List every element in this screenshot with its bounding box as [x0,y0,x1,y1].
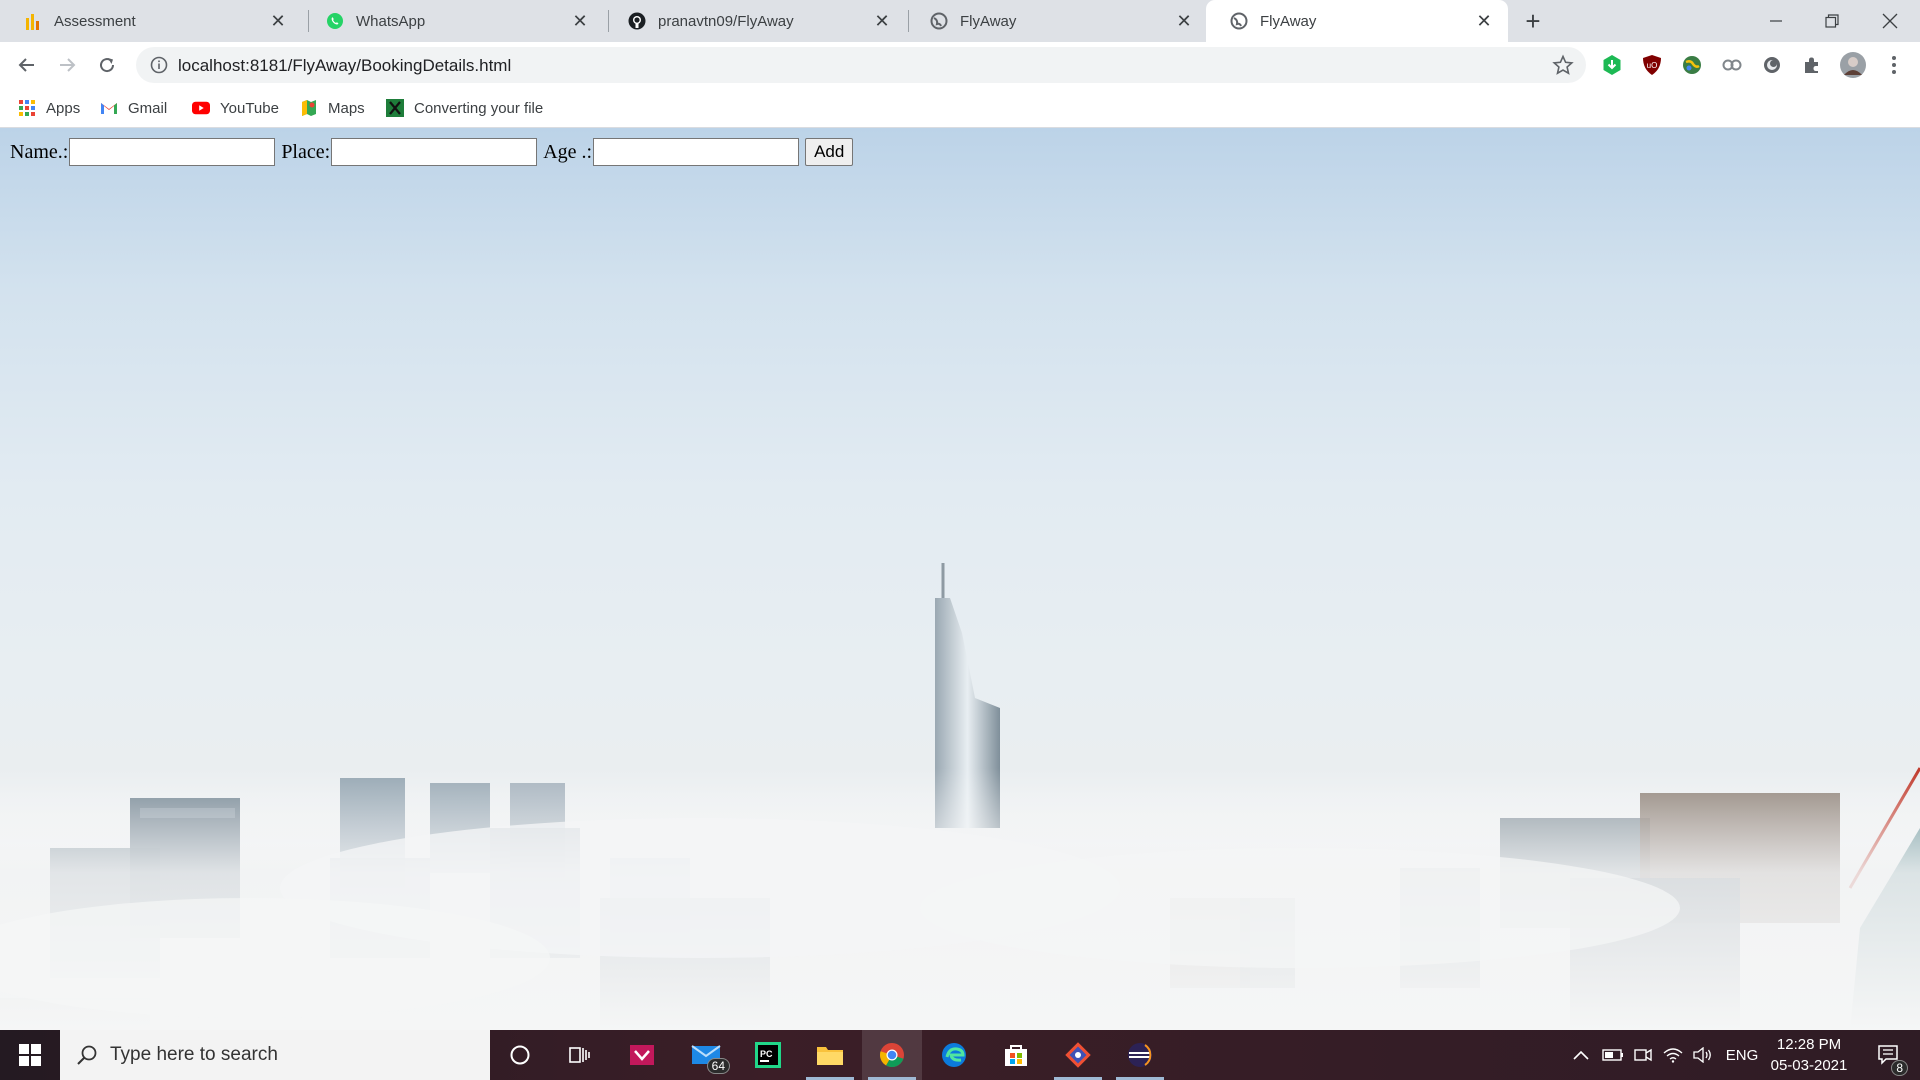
bookmark-maps[interactable]: Maps [300,97,365,119]
apps-grid-icon [18,99,36,117]
place-input[interactable] [331,138,538,166]
close-icon[interactable]: ✕ [1474,11,1494,31]
circle-extension-icon[interactable] [1760,53,1784,77]
address-bar[interactable]: localhost:8181/FlyAway/BookingDetails.ht… [136,47,1586,83]
assessment-icon [24,12,42,30]
tab-title: pranavtn09/FlyAway [658,12,794,30]
whatsapp-icon [326,12,344,30]
chrome-app-icon[interactable] [862,1030,922,1080]
tab-title: FlyAway [1260,12,1317,30]
screen: Assessment ✕ WhatsApp ✕ pranavtn09/FlyAw… [0,0,1920,1080]
clock-time: 12:28 PM [1776,1036,1842,1053]
clock-date: 05-03-2021 [1770,1057,1848,1074]
close-icon[interactable]: ✕ [268,11,288,31]
bookmark-youtube[interactable]: YouTube [192,97,279,119]
bookmarks-bar: Apps Gmail YouTube Maps Converting your … [0,88,1920,128]
restore-button[interactable] [1804,0,1860,42]
system-clock[interactable]: 12:28 PM 05-03-2021 [1764,1034,1854,1076]
bookmark-label: Gmail [128,99,168,117]
globe-icon [930,12,948,30]
profile-avatar[interactable] [1838,50,1868,80]
more-menu-icon[interactable] [1882,53,1906,77]
bookmark-label: YouTube [220,99,279,117]
wifi-icon[interactable] [1658,1030,1688,1080]
tab-flyaway-active[interactable]: FlyAway ✕ [1206,0,1508,42]
mail-badge: 64 [706,1058,730,1074]
url-text: localhost:8181/FlyAway/BookingDetails.ht… [178,56,512,75]
bookmark-label: Maps [328,99,365,117]
bookmark-gmail[interactable]: Gmail [100,97,167,119]
tab-strip: Assessment ✕ WhatsApp ✕ pranavtn09/FlyAw… [0,0,1920,42]
search-placeholder: Type here to search [110,1044,278,1065]
bookmark-apps[interactable]: Apps [18,97,80,119]
reload-button[interactable] [92,50,122,80]
tab-title: FlyAway [960,12,1017,30]
git-app-icon[interactable] [1048,1030,1108,1080]
close-icon[interactable]: ✕ [570,11,590,31]
windows-start-icon[interactable] [0,1030,60,1080]
eclipse-app-icon[interactable] [1110,1030,1170,1080]
edge-app-icon[interactable] [924,1030,984,1080]
close-icon[interactable]: ✕ [1174,11,1194,31]
converter-icon [386,99,404,117]
volume-icon[interactable] [1688,1030,1718,1080]
back-button[interactable] [12,50,42,80]
task-view-icon[interactable] [550,1030,610,1080]
maps-icon [300,99,318,117]
tab-github[interactable]: pranavtn09/FlyAway ✕ [604,0,906,42]
search-icon [76,1044,98,1066]
bookmark-star-icon[interactable] [1552,54,1574,76]
notification-center-icon[interactable]: 8 [1864,1030,1914,1080]
minimize-button[interactable] [1748,0,1804,42]
city-skyline-background [0,563,1920,1030]
add-button[interactable]: Add [805,138,854,166]
age-label: Age .: [543,140,593,163]
globe-extension-icon[interactable] [1680,53,1704,77]
forward-button[interactable] [52,50,82,80]
link-extension-icon[interactable] [1720,53,1744,77]
globe-icon [1230,12,1248,30]
close-icon[interactable]: ✕ [872,11,892,31]
battery-icon[interactable] [1598,1030,1628,1080]
booking-form: Name.: Place: Age .: Add [10,138,854,166]
github-icon [628,12,646,30]
close-window-button[interactable] [1862,0,1918,42]
age-input[interactable] [593,138,800,166]
info-icon[interactable] [150,56,168,74]
extensions-puzzle-icon[interactable] [1800,53,1824,77]
name-label: Name.: [10,140,69,163]
tab-whatsapp[interactable]: WhatsApp ✕ [302,0,604,42]
notification-badge: 8 [1891,1060,1908,1076]
mail-app-icon[interactable]: 64 [676,1030,736,1080]
windows-taskbar: Type here to search 64 PC ENG 12:28 PM 0… [0,1030,1920,1080]
bookmark-converting-file[interactable]: Converting your file [386,97,543,119]
taskbar-search-box[interactable]: Type here to search [60,1030,490,1080]
name-input[interactable] [69,138,276,166]
chevron-up-icon[interactable] [1566,1030,1596,1080]
gmail-icon [100,99,118,117]
ublock-origin-icon[interactable]: uO [1640,53,1664,77]
youtube-icon [192,99,210,117]
tab-assessment[interactable]: Assessment ✕ [0,0,302,42]
tab-title: WhatsApp [356,12,426,30]
tab-title: Assessment [54,12,136,30]
place-label: Place: [281,140,331,163]
cortana-icon[interactable] [490,1030,550,1080]
bookmark-label: Apps [46,99,81,117]
store-app-icon[interactable] [986,1030,1046,1080]
tab-flyaway[interactable]: FlyAway ✕ [906,0,1208,42]
svg-text:uO: uO [1647,61,1658,70]
vlc-app-icon[interactable] [612,1030,672,1080]
bookmark-label: Converting your file [414,99,544,117]
browser-toolbar: localhost:8181/FlyAway/BookingDetails.ht… [0,42,1920,88]
pycharm-app-icon[interactable]: PC [738,1030,798,1080]
extension-green-icon[interactable] [1600,53,1624,77]
meet-now-icon[interactable] [1628,1030,1658,1080]
file-explorer-icon[interactable] [800,1030,860,1080]
page-content: Name.: Place: Age .: Add [0,128,1920,1030]
new-tab-button[interactable]: + [1518,6,1548,36]
language-indicator[interactable]: ENG [1720,1030,1764,1080]
svg-text:PC: PC [760,1049,773,1059]
